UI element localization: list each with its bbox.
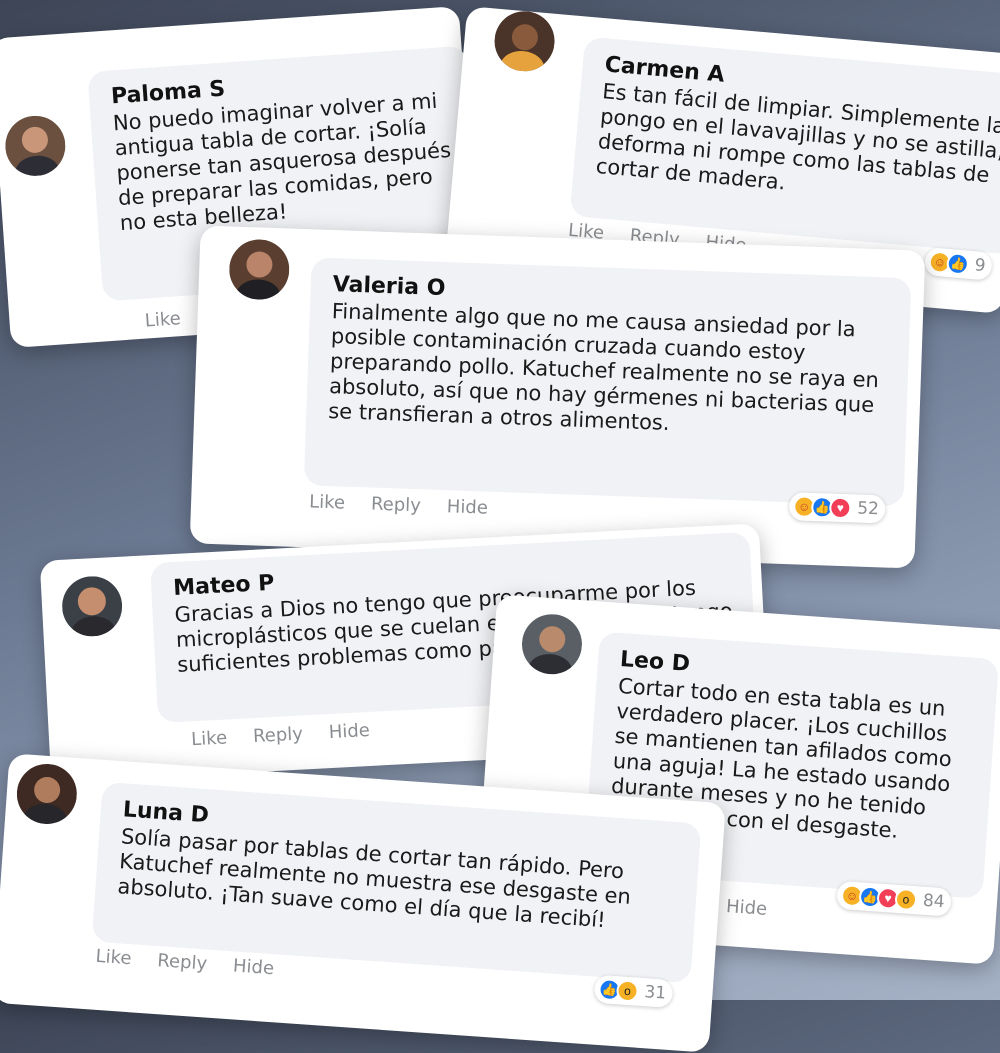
reaction-count: 84 bbox=[922, 890, 946, 913]
like-icon: 👍 bbox=[945, 251, 970, 276]
reply-button[interactable]: Reply bbox=[253, 723, 304, 747]
reactions-summary[interactable]: ☺ 👍 9 bbox=[923, 246, 993, 281]
comment-text: Finalmente algo que no me causa ansiedad… bbox=[327, 299, 880, 435]
reaction-count: 9 bbox=[973, 255, 987, 277]
avatar[interactable] bbox=[519, 612, 584, 677]
avatar[interactable] bbox=[228, 238, 291, 301]
hide-button[interactable]: Hide bbox=[446, 496, 488, 518]
wow-icon: o bbox=[615, 979, 640, 1003]
hide-button[interactable]: Hide bbox=[725, 896, 767, 920]
love-icon: ♥ bbox=[828, 496, 852, 520]
reactions-summary[interactable]: 👍 o 31 bbox=[593, 974, 674, 1009]
reply-button[interactable]: Reply bbox=[157, 950, 208, 974]
like-button[interactable]: Like bbox=[144, 308, 181, 331]
comment-card-valeria: Valeria O Finalmente algo que no me caus… bbox=[189, 225, 926, 569]
hide-button[interactable]: Hide bbox=[232, 955, 274, 979]
reactions-summary[interactable]: ☺ 👍 ♥ 52 bbox=[788, 492, 886, 524]
like-button[interactable]: Like bbox=[309, 491, 346, 513]
like-button[interactable]: Like bbox=[191, 727, 228, 750]
comment-text: No puedo imaginar volver a mi antigua ta… bbox=[112, 88, 452, 236]
reaction-count: 52 bbox=[856, 498, 880, 520]
comment-card-luna: Luna D Solía pasar por tablas de cortar … bbox=[0, 753, 726, 1053]
like-button[interactable]: Like bbox=[95, 946, 132, 969]
avatar[interactable] bbox=[492, 8, 558, 74]
reply-button[interactable]: Reply bbox=[371, 494, 422, 517]
avatar[interactable] bbox=[3, 113, 68, 178]
avatar[interactable] bbox=[14, 761, 79, 826]
wow-icon: o bbox=[894, 887, 918, 912]
avatar[interactable] bbox=[60, 574, 124, 638]
reaction-count: 31 bbox=[643, 982, 667, 1004]
hide-button[interactable]: Hide bbox=[328, 720, 370, 743]
